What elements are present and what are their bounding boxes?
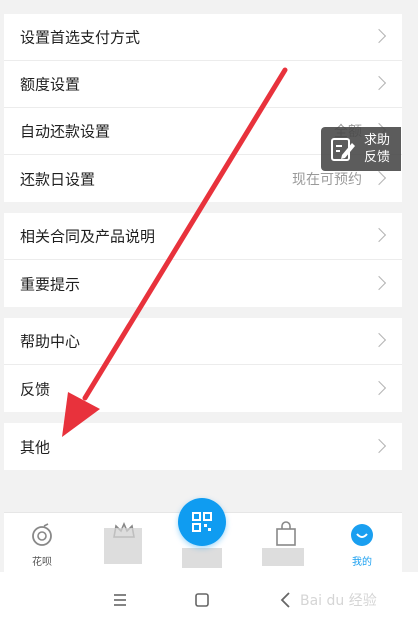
setting-label: 额度设置	[20, 75, 81, 94]
setting-help-center[interactable]: 帮助中心	[4, 318, 402, 365]
setting-credit-limit[interactable]: 额度设置	[4, 61, 402, 108]
smile-icon	[351, 524, 373, 546]
watermark: Bai du 经验	[300, 593, 377, 609]
chevron-right-icon	[371, 227, 387, 243]
setting-label: 帮助中心	[20, 332, 81, 351]
setting-label: 还款日设置	[20, 170, 96, 188]
settings-group-payment: 设置首选支付方式 额度设置 自动还款设置 全额 还款日设置 现在可预约	[4, 14, 402, 202]
settings-group-contracts: 相关合同及产品说明 重要提示	[4, 213, 402, 307]
chevron-right-icon	[371, 75, 387, 91]
setting-other[interactable]: 其他	[4, 423, 402, 470]
setting-value: 现在可预约	[292, 171, 362, 188]
chevron-right-icon	[371, 332, 387, 348]
setting-label: 重要提示	[20, 275, 81, 293]
help-feedback-label: 求助反馈	[364, 133, 391, 165]
blurred-region	[262, 548, 304, 566]
setting-label: 自动还款设置	[20, 122, 111, 141]
scan-button[interactable]	[178, 498, 226, 546]
shopping-bag-icon	[276, 521, 296, 546]
blurred-region	[182, 548, 222, 568]
home-square-icon[interactable]	[190, 588, 214, 612]
tab-huabei[interactable]: 花呗	[12, 513, 72, 573]
settings-group-other: 其他	[4, 423, 402, 470]
setting-label: 设置首选支付方式	[20, 28, 141, 47]
chevron-right-icon	[371, 275, 387, 290]
tab-label: 花呗	[32, 557, 52, 568]
setting-feedback[interactable]: 反馈	[4, 365, 402, 412]
back-icon[interactable]	[274, 588, 298, 612]
chevron-right-icon	[371, 28, 387, 44]
chevron-right-icon	[371, 380, 387, 395]
settings-group-help: 帮助中心 反馈	[4, 318, 402, 412]
tab-mine[interactable]: 我的	[332, 513, 392, 573]
setting-label: 相关合同及产品说明	[20, 227, 156, 246]
chevron-right-icon	[371, 438, 387, 453]
menu-icon[interactable]	[108, 588, 132, 612]
blurred-region	[104, 528, 142, 564]
edit-note-icon	[331, 138, 355, 161]
huabei-icon	[32, 523, 52, 546]
help-feedback-badge[interactable]: 求助反馈	[321, 127, 401, 171]
setting-preferred-payment[interactable]: 设置首选支付方式	[4, 14, 402, 61]
setting-contracts[interactable]: 相关合同及产品说明	[4, 213, 402, 260]
chevron-right-icon	[371, 170, 387, 185]
setting-label: 反馈	[20, 380, 51, 398]
scan-icon	[192, 512, 212, 532]
tab-label: 我的	[352, 557, 372, 568]
setting-label: 其他	[20, 438, 51, 456]
setting-important-notice[interactable]: 重要提示	[4, 260, 402, 307]
